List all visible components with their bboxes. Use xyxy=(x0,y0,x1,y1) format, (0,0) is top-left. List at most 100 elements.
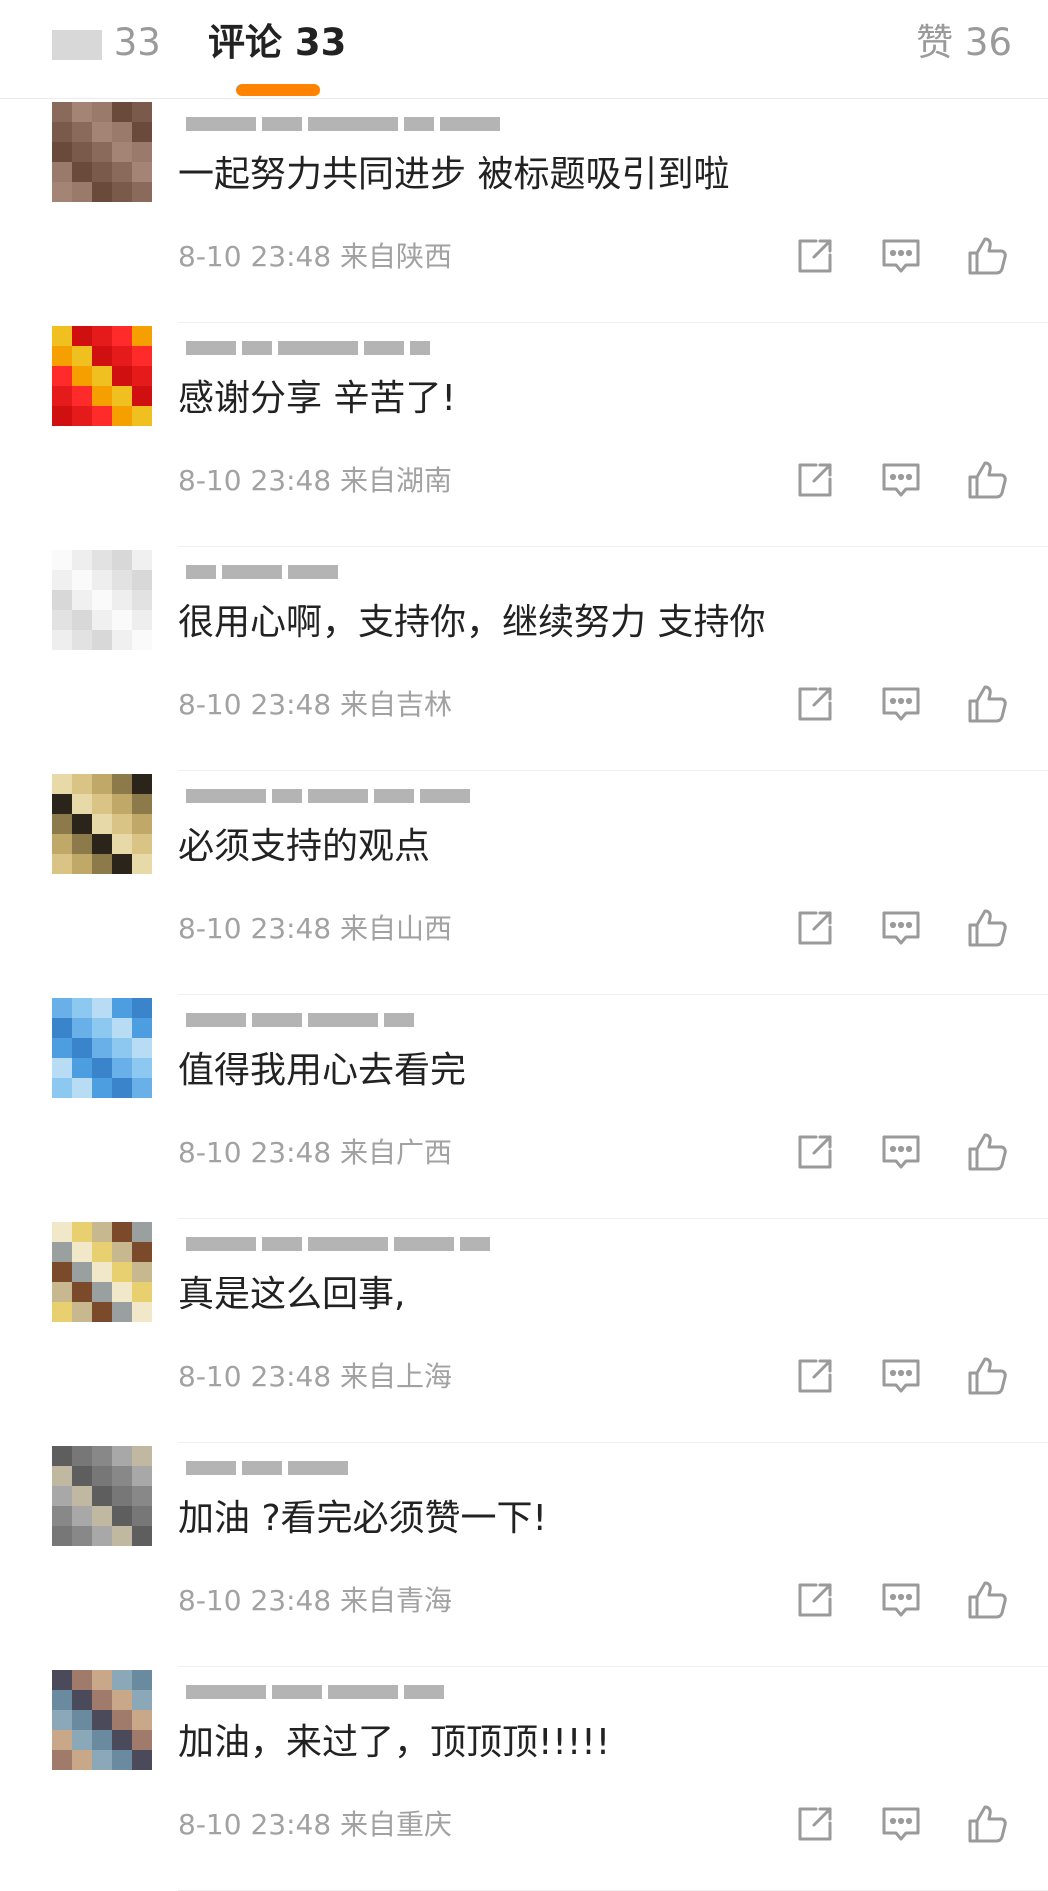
avatar[interactable] xyxy=(52,326,152,426)
avatar-pixel xyxy=(52,1730,72,1750)
comment-icon[interactable] xyxy=(878,1353,924,1399)
share-icon[interactable] xyxy=(792,905,838,951)
avatar-pixel xyxy=(52,326,72,346)
avatar-pixel xyxy=(52,1018,72,1038)
comment-item: 必须支持的观点 8-10 23:48 来自山西 xyxy=(0,771,1048,995)
comment-icon[interactable] xyxy=(878,1577,924,1623)
avatar-pixel xyxy=(92,590,112,610)
comment-item: 一起努力共同进步 被标题吸引到啦 8-10 23:48 来自陕西 xyxy=(0,99,1048,323)
avatar[interactable] xyxy=(52,1222,152,1322)
avatar-pixel xyxy=(92,1018,112,1038)
comment-location: 来自吉林 xyxy=(340,688,453,721)
comment-icon[interactable] xyxy=(878,1129,924,1175)
avatar-pixel xyxy=(92,1262,112,1282)
username-blur-block xyxy=(394,1237,454,1251)
username-blurred[interactable] xyxy=(186,1013,414,1027)
avatar-pixel xyxy=(112,1446,132,1466)
thumbs-up-icon[interactable] xyxy=(964,1353,1010,1399)
username-blurred[interactable] xyxy=(186,117,500,131)
like-tab-label: 赞 xyxy=(916,21,954,64)
avatar-pixel xyxy=(52,1506,72,1526)
share-icon[interactable] xyxy=(792,1353,838,1399)
avatar-pixel xyxy=(92,1750,112,1770)
comment-time: 8-10 23:48 xyxy=(178,464,332,497)
thumbs-up-icon[interactable] xyxy=(964,1577,1010,1623)
avatar-pixel xyxy=(112,162,132,182)
share-icon[interactable] xyxy=(792,457,838,503)
avatar-pixel xyxy=(52,774,72,794)
active-tab-indicator xyxy=(236,84,320,96)
share-icon[interactable] xyxy=(792,233,838,279)
avatar-pixel xyxy=(92,570,112,590)
avatar-pixel xyxy=(92,610,112,630)
username-blurred[interactable] xyxy=(186,565,338,579)
avatar-pixel xyxy=(132,774,152,794)
comment-meta: 8-10 23:48 来自青海 xyxy=(178,1581,452,1621)
thumbs-up-icon[interactable] xyxy=(964,1801,1010,1847)
avatar-pixel xyxy=(72,550,92,570)
avatar[interactable] xyxy=(52,998,152,1098)
share-icon[interactable] xyxy=(792,1801,838,1847)
share-icon[interactable] xyxy=(792,1129,838,1175)
comment-icon[interactable] xyxy=(878,681,924,727)
thumbs-up-icon[interactable] xyxy=(964,1129,1010,1175)
avatar-pixel xyxy=(92,630,112,650)
comment-icon[interactable] xyxy=(878,905,924,951)
username-blurred[interactable] xyxy=(186,789,470,803)
username-blur-block xyxy=(242,341,272,355)
avatar-pixel xyxy=(132,386,152,406)
avatar-pixel xyxy=(72,610,92,630)
avatar-pixel xyxy=(112,182,132,202)
avatar-pixel xyxy=(72,1486,92,1506)
avatar-pixel xyxy=(112,1302,132,1322)
thumbs-up-icon[interactable] xyxy=(964,233,1010,279)
comment-icon[interactable] xyxy=(878,233,924,279)
comment-meta: 8-10 23:48 来自吉林 xyxy=(178,685,452,725)
thumbs-up-icon[interactable] xyxy=(964,905,1010,951)
comment-icon[interactable] xyxy=(878,457,924,503)
thumbs-up-icon[interactable] xyxy=(964,681,1010,727)
username-blur-block xyxy=(308,117,398,131)
avatar-pixel xyxy=(112,1038,132,1058)
tab-repost[interactable]: 33 xyxy=(52,18,161,68)
avatar-pixel xyxy=(72,346,92,366)
avatar-pixel xyxy=(52,1710,72,1730)
username-blurred[interactable] xyxy=(186,1685,444,1699)
avatar-pixel xyxy=(72,1302,92,1322)
username-blur-block xyxy=(272,789,302,803)
avatar-pixel xyxy=(112,774,132,794)
username-blurred[interactable] xyxy=(186,1461,348,1475)
comment-actions xyxy=(792,1129,1010,1175)
avatar-pixel xyxy=(132,162,152,182)
avatar-pixel xyxy=(72,162,92,182)
username-blurred[interactable] xyxy=(186,1237,490,1251)
username-blur-block xyxy=(252,1013,302,1027)
avatar[interactable] xyxy=(52,774,152,874)
comment-text: 感谢分享 辛苦了! xyxy=(178,378,456,419)
avatar-pixel xyxy=(112,1078,132,1098)
comment-time: 8-10 23:48 xyxy=(178,912,332,945)
thumbs-up-icon[interactable] xyxy=(964,457,1010,503)
comment-text: 真是这么回事, xyxy=(178,1274,406,1315)
comment-icon[interactable] xyxy=(878,1801,924,1847)
avatar-pixel xyxy=(72,1526,92,1546)
avatar-pixel xyxy=(92,182,112,202)
avatar[interactable] xyxy=(52,1670,152,1770)
tab-likes[interactable]: 赞 36 xyxy=(916,18,1012,68)
avatar-pixel xyxy=(112,1466,132,1486)
share-icon[interactable] xyxy=(792,1577,838,1623)
avatar-pixel xyxy=(72,1058,92,1078)
avatar[interactable] xyxy=(52,102,152,202)
avatar-pixel xyxy=(112,610,132,630)
comment-item: 加油，来过了，顶顶顶!!!!! 8-10 23:48 来自重庆 xyxy=(0,1667,1048,1891)
avatar[interactable] xyxy=(52,550,152,650)
username-blurred[interactable] xyxy=(186,341,430,355)
tab-comments[interactable]: 评论 33 xyxy=(208,18,346,68)
avatar-pixel xyxy=(112,1710,132,1730)
avatar-pixel xyxy=(92,1506,112,1526)
avatar[interactable] xyxy=(52,1446,152,1546)
avatar-pixel xyxy=(132,366,152,386)
share-icon[interactable] xyxy=(792,681,838,727)
comment-time: 8-10 23:48 xyxy=(178,1360,332,1393)
avatar-pixel xyxy=(52,1690,72,1710)
